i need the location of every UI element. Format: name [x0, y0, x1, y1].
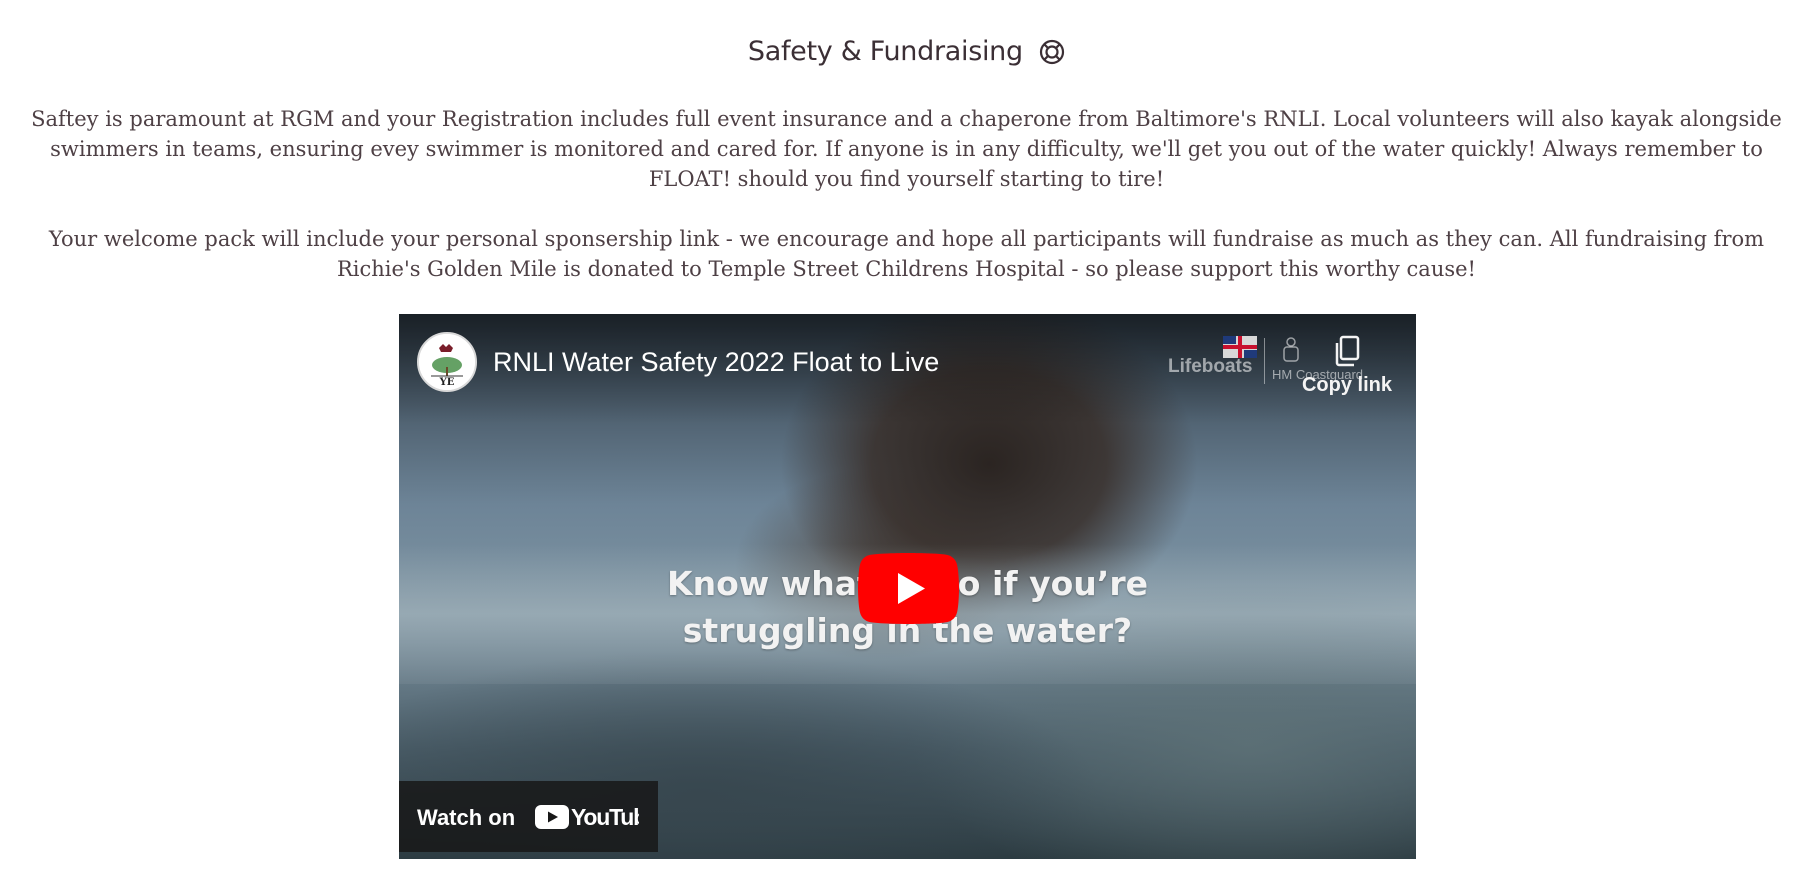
copy-icon — [1335, 335, 1360, 367]
brand-separator — [1264, 338, 1265, 384]
copy-link-label: Copy link — [1301, 374, 1392, 396]
watch-on-label: Watch on — [417, 805, 516, 830]
channel-avatar-text: YE — [439, 377, 455, 388]
video-title[interactable]: RNLI Water Safety 2022 Float to Live — [493, 347, 939, 378]
youtube-logo: YouTube — [535, 804, 659, 834]
youtube-wordmark: YouTube — [571, 804, 639, 830]
section-heading: Safety & Fundraising — [0, 36, 1813, 72]
rnli-flag-icon — [1223, 336, 1257, 358]
youtube-embed[interactable]: YE RNLI Water Safety 2022 Float to Live … — [399, 314, 1416, 859]
brand-lifeboats: Lifeboats — [1168, 356, 1253, 377]
section-title: Safety & Fundraising — [747, 36, 1023, 67]
lifebuoy-icon — [1039, 39, 1065, 72]
play-button[interactable] — [858, 553, 959, 624]
fundraising-paragraph: Your welcome pack will include your pers… — [48, 227, 1765, 281]
channel-avatar[interactable]: YE — [417, 332, 477, 392]
watch-on-youtube-button[interactable]: Watch on YouTube — [399, 781, 659, 852]
copy-link-button[interactable]: Copy link — [1287, 334, 1407, 397]
safety-paragraph: Saftey is paramount at RGM and your Regi… — [31, 107, 1782, 191]
